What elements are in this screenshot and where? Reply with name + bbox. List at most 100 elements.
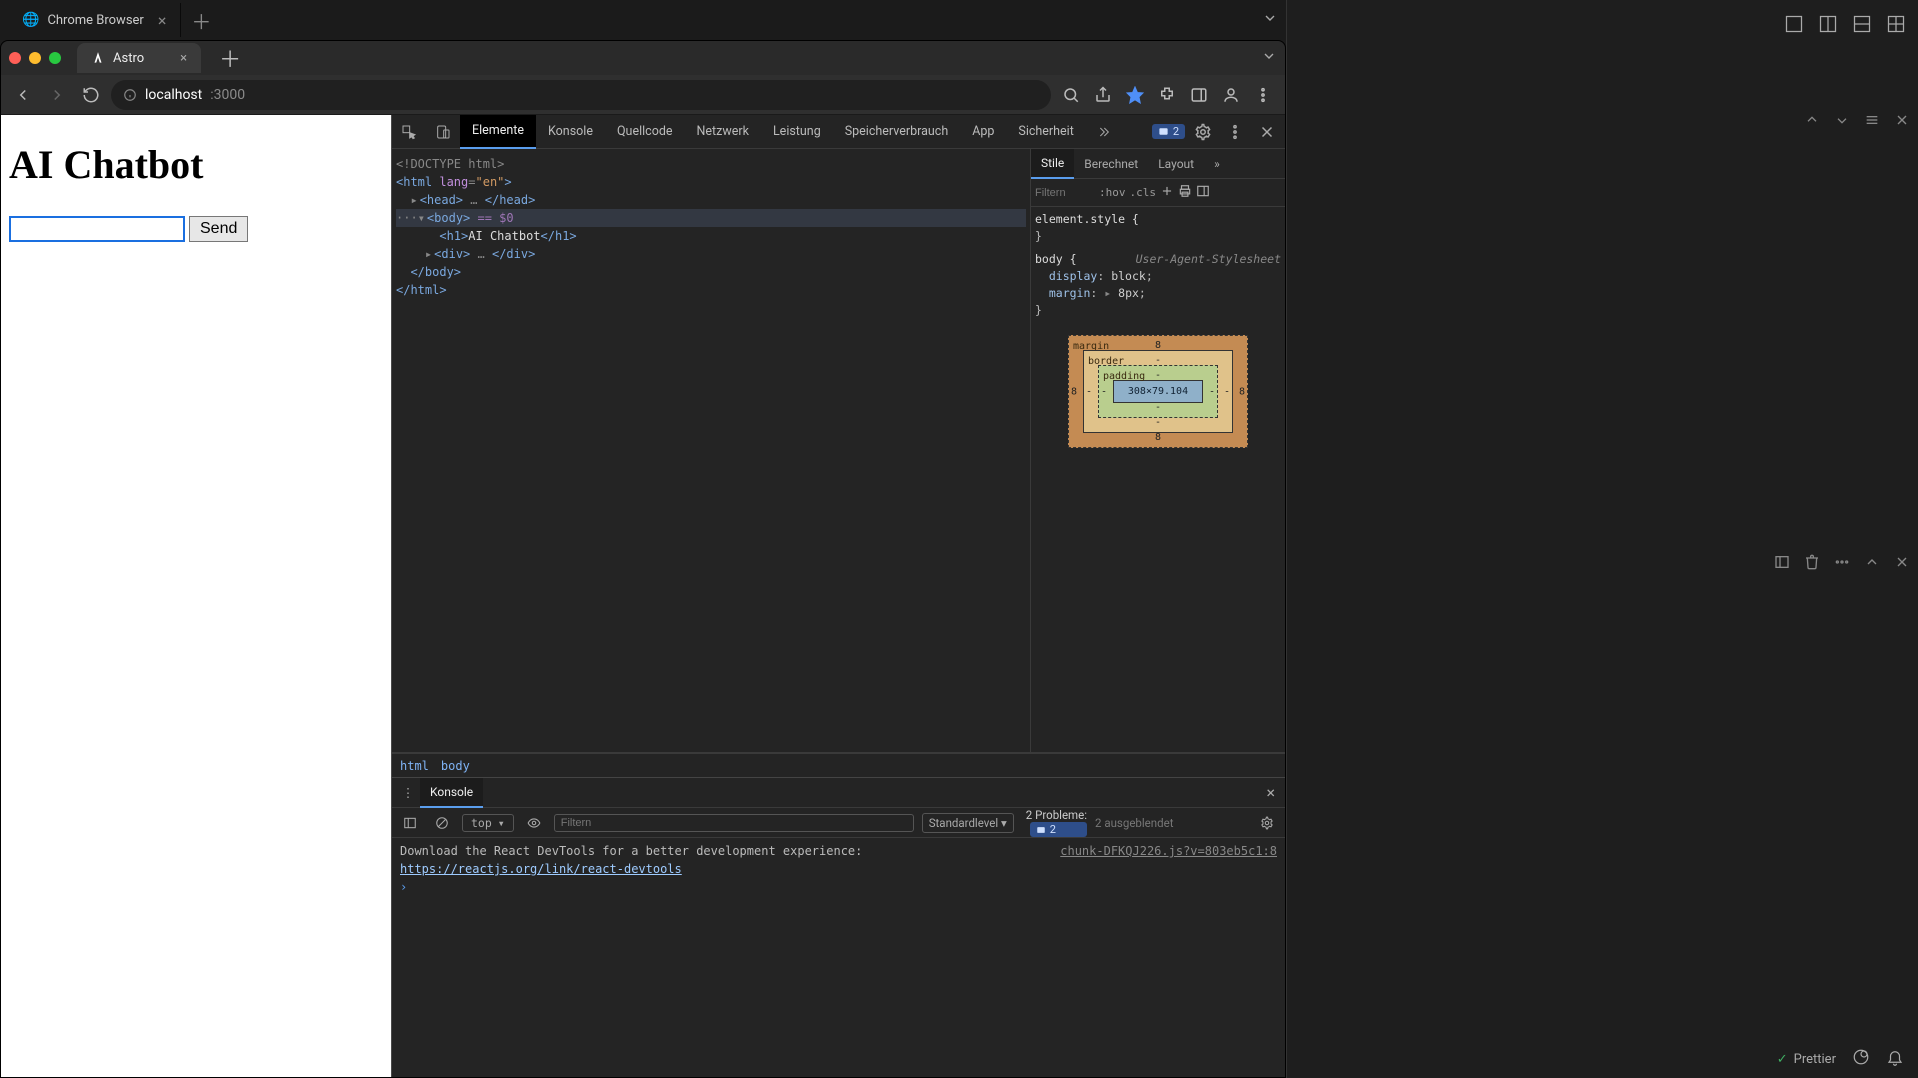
zoom-icon[interactable] [1057,81,1085,109]
devtools-link[interactable]: https://reactjs.org/link/react-devtools [400,862,682,876]
problems-label[interactable]: 2 Probleme: 2 [1026,808,1087,837]
close-icon[interactable] [1253,118,1281,146]
chevron-up-icon[interactable] [1864,554,1880,574]
tab-styles[interactable]: Stile [1031,149,1074,179]
tab-security[interactable]: Sicherheit [1006,115,1085,149]
browser-window: Astro × ＋ localhost:3000 [0,40,1286,1078]
kebab-menu-icon[interactable]: ⋮ [396,785,420,801]
inspect-element-icon[interactable] [392,115,426,149]
breadcrumb-body[interactable]: body [441,759,470,773]
print-icon[interactable] [1178,184,1192,201]
tab-console[interactable]: Konsole [536,115,605,149]
close-icon[interactable]: × [180,51,187,66]
clear-console-icon[interactable] [430,811,454,835]
kebab-menu-icon[interactable] [1221,118,1249,146]
chat-input[interactable] [9,216,185,242]
window-controls [9,52,61,64]
hidden-count: 2 ausgeblendet [1095,816,1173,830]
dom-breadcrumb: html body [392,753,1285,777]
bookmark-star-icon[interactable] [1121,81,1149,109]
breadcrumb-html[interactable]: html [400,759,429,773]
close-icon[interactable] [1894,554,1910,574]
layout-split-v-icon[interactable] [1852,14,1872,38]
close-icon[interactable] [1894,112,1910,132]
new-tab-button[interactable]: ＋ [209,42,251,74]
arrow-up-icon[interactable] [1804,112,1820,132]
window-zoom-button[interactable] [49,52,61,64]
astro-icon [91,51,105,65]
panel-icon[interactable] [1196,184,1210,201]
devtools-panel: Elemente Konsole Quellcode Netzwerk Leis… [391,115,1285,1077]
sidepanel-icon[interactable] [1185,81,1213,109]
devtools-tabbar: Elemente Konsole Quellcode Netzwerk Leis… [392,115,1285,149]
side-editor-pane: Prettier [1286,0,1918,1078]
issues-badge[interactable]: 2 [1152,124,1185,139]
reload-button[interactable] [77,81,105,109]
cls-toggle[interactable]: .cls [1130,186,1157,199]
layout-grid-icon[interactable] [1886,14,1906,38]
feedback-icon[interactable] [1852,1048,1870,1070]
bell-icon[interactable] [1886,1048,1904,1070]
status-bar: Prettier [1777,1048,1904,1070]
tab-computed[interactable]: Berechnet [1074,149,1148,179]
tab-application[interactable]: App [960,115,1006,149]
more-tabs-icon[interactable]: » [1204,149,1230,179]
editor-tab-label: Chrome Browser [47,13,143,28]
hamburger-icon[interactable] [1864,112,1880,132]
box-model-diagram: margin 8 8 8 8 border - - - [1068,335,1248,448]
chrome-icon: 🌐 [22,12,39,28]
share-icon[interactable] [1089,81,1117,109]
console-filter-input[interactable] [554,814,914,832]
trash-icon[interactable] [1804,554,1820,574]
send-button[interactable]: Send [189,216,248,242]
console-drawer: ⋮ Konsole × top▾ Standardlevel ▾ 2 Probl… [392,777,1285,1077]
new-style-rule-icon[interactable] [1160,184,1174,201]
log-level-selector[interactable]: Standardlevel ▾ [922,813,1014,833]
more-icon[interactable] [1834,554,1850,574]
styles-pane: Stile Berechnet Layout » :hov .cls [1030,149,1285,752]
source-link[interactable]: chunk-DFKQJ226.js?v=803eb5c1:8 [1060,842,1277,860]
tab-performance[interactable]: Leistung [761,115,833,149]
live-expression-icon[interactable] [522,811,546,835]
browser-tab-label: Astro [113,51,144,66]
gear-icon[interactable] [1255,811,1279,835]
prettier-status[interactable]: Prettier [1777,1052,1836,1067]
styles-filter-input[interactable] [1035,187,1095,199]
editor-tab-chrome[interactable]: 🌐 Chrome Browser × [8,3,181,37]
tab-layout[interactable]: Layout [1148,149,1204,179]
close-icon[interactable]: × [158,11,167,30]
arrow-down-icon[interactable] [1834,112,1850,132]
site-info-icon [123,88,137,102]
close-icon[interactable]: × [1256,783,1285,802]
chevron-down-icon[interactable] [1262,10,1278,30]
hov-toggle[interactable]: :hov [1099,186,1126,199]
dom-tree[interactable]: <!DOCTYPE html> <html lang="en"> ▸<head>… [392,149,1030,752]
more-tabs-icon[interactable] [1086,115,1120,149]
window-close-button[interactable] [9,52,21,64]
layout-single-icon[interactable] [1784,14,1804,38]
panel-icon[interactable] [1774,554,1790,574]
back-button[interactable] [9,81,37,109]
tab-network[interactable]: Netzwerk [685,115,761,149]
tab-elements[interactable]: Elemente [460,115,536,149]
profile-icon[interactable] [1217,81,1245,109]
tab-memory[interactable]: Speicherverbrauch [833,115,960,149]
layout-split-h-icon[interactable] [1818,14,1838,38]
address-bar[interactable]: localhost:3000 [111,80,1051,110]
gear-icon[interactable] [1189,118,1217,146]
tab-sources[interactable]: Quellcode [605,115,685,149]
execution-context-selector[interactable]: top▾ [462,814,514,832]
browser-tab[interactable]: Astro × [77,43,201,73]
chevron-down-icon[interactable] [1261,48,1277,68]
url-domain: localhost [145,87,202,103]
kebab-menu-icon[interactable] [1249,81,1277,109]
forward-button[interactable] [43,81,71,109]
new-tab-button[interactable]: ＋ [181,6,221,35]
extensions-icon[interactable] [1153,81,1181,109]
drawer-tab-console[interactable]: Konsole [420,778,483,808]
browser-toolbar: localhost:3000 [1,75,1285,115]
device-toggle-icon[interactable] [426,115,460,149]
console-prompt[interactable]: › [400,880,407,894]
window-minimize-button[interactable] [29,52,41,64]
sidebar-toggle-icon[interactable] [398,811,422,835]
